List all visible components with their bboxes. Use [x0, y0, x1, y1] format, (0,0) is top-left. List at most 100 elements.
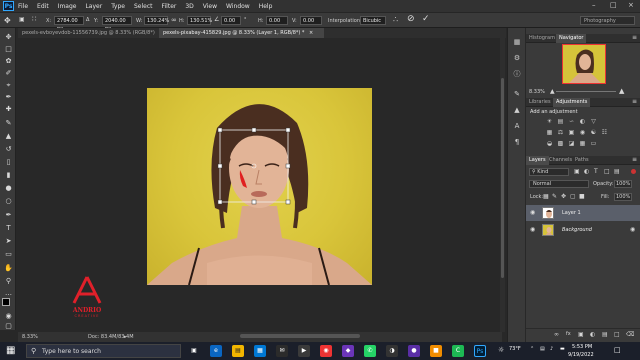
layer-row-layer-1[interactable]: ◉ Layer 1 — [526, 205, 640, 221]
close-tab-icon[interactable]: × — [309, 30, 313, 36]
curves-icon[interactable]: ∽ — [568, 118, 575, 125]
volume-icon[interactable]: ♪ — [550, 346, 553, 352]
h-field[interactable]: 130.51% — [187, 16, 212, 25]
move-tool-icon[interactable]: ✥ — [4, 34, 13, 41]
panel-menu-icon[interactable]: ≡ — [632, 98, 637, 105]
close-icon[interactable]: × — [628, 1, 634, 9]
navigator-zoom-value[interactable]: 8.33% — [529, 89, 545, 95]
channel-mixer-icon[interactable]: ☯ — [590, 129, 597, 136]
trash-icon[interactable]: ⌫ — [626, 331, 634, 338]
layer-row-background[interactable]: ◉ Background ◉ — [526, 222, 640, 238]
history-icon[interactable]: ▦ — [513, 38, 521, 46]
chrome-icon[interactable]: ◉ — [320, 345, 332, 357]
zoom-out-icon[interactable]: ▲ — [550, 88, 555, 95]
panel-menu-icon[interactable]: ≡ — [632, 156, 637, 163]
app-violet-icon[interactable]: ● — [408, 345, 420, 357]
menu-window[interactable]: Window — [226, 3, 250, 10]
commit-transform-icon[interactable]: ✓ — [422, 14, 430, 24]
layer-name[interactable]: Background — [562, 227, 592, 233]
y-field[interactable]: 2040.00 px — [102, 16, 132, 32]
crop-tool-icon[interactable]: ⌖ — [4, 82, 13, 89]
lock-image-icon[interactable]: ✎ — [552, 193, 557, 200]
document-canvas-photo[interactable] — [147, 88, 372, 285]
app-orange-icon[interactable]: ■ — [430, 345, 442, 357]
panel-menu-icon[interactable]: ≡ — [632, 34, 637, 41]
marquee-tool-icon[interactable]: □ — [4, 46, 13, 53]
link-icon[interactable]: ∞ — [171, 16, 177, 24]
add-mask-icon[interactable]: ▣ — [578, 331, 584, 338]
w-field[interactable]: 130.24% — [144, 16, 169, 25]
menu-edit[interactable]: Edit — [37, 3, 49, 10]
x-field[interactable]: 2784.00 px — [54, 16, 84, 32]
properties-icon[interactable]: ⚙ — [513, 54, 521, 62]
vertical-scrollbar[interactable] — [500, 38, 505, 332]
angle-field[interactable]: 0.00 — [221, 16, 241, 25]
doc-tab-2[interactable]: pexels-pixabay-415829.jpg @ 8.33% (Layer… — [159, 28, 324, 38]
filter-smart-icon[interactable]: ▤ — [614, 168, 620, 175]
hskew-field[interactable]: 0.00 — [266, 16, 288, 25]
maximize-icon[interactable]: □ — [610, 1, 617, 9]
store-icon[interactable]: ▦ — [254, 345, 266, 357]
new-layer-icon[interactable]: □ — [614, 331, 620, 338]
quick-select-tool-icon[interactable]: ✐ — [4, 70, 13, 77]
delta-icon[interactable]: Δ — [86, 17, 89, 23]
color-lookup-icon[interactable]: ☷ — [601, 129, 608, 136]
screen-mode-icon[interactable]: ▢ — [4, 323, 13, 330]
healing-tool-icon[interactable]: ✚ — [4, 106, 13, 113]
navigator-thumbnail[interactable] — [562, 44, 606, 84]
more-tools-icon[interactable]: … — [4, 290, 13, 297]
zoom-in-icon[interactable]: ▲ — [619, 87, 624, 95]
info-icon[interactable]: ⓘ — [513, 70, 521, 78]
app-purple-icon[interactable]: ◆ — [342, 345, 354, 357]
shape-tool-icon[interactable]: ▭ — [4, 251, 13, 258]
transform-tool-icon[interactable]: ✥ — [4, 16, 11, 25]
menu-view[interactable]: View — [203, 3, 217, 10]
notifications-icon[interactable]: □ — [614, 346, 621, 354]
lasso-tool-icon[interactable]: ✿ — [4, 58, 13, 65]
path-select-tool-icon[interactable]: ➤ — [4, 238, 13, 245]
lock-transparent-icon[interactable]: ▦ — [543, 193, 549, 200]
weather-icon[interactable]: ☼ — [498, 346, 504, 354]
tab-libraries[interactable]: Libraries — [526, 98, 554, 107]
reference-point-icon[interactable]: ▣ — [19, 16, 25, 23]
dodge-tool-icon[interactable]: ○ — [4, 198, 13, 205]
menu-filter[interactable]: Filter — [162, 3, 177, 10]
layer-filter-select[interactable]: ⚲ Kind — [529, 168, 569, 176]
taskbar-search[interactable]: ⚲ Type here to search — [26, 344, 181, 358]
photoshop-taskbar-icon[interactable]: Ps — [474, 345, 486, 357]
threshold-icon[interactable]: ◪ — [568, 140, 575, 147]
layer-name[interactable]: Layer 1 — [562, 210, 581, 216]
video-editor-icon[interactable]: ▶ — [298, 345, 310, 357]
lock-all-icon[interactable]: ■ — [579, 193, 585, 200]
photo-filter-icon[interactable]: ◉ — [579, 129, 586, 136]
posterize-icon[interactable]: ▩ — [557, 140, 564, 147]
task-view-icon[interactable]: ▣ — [188, 345, 200, 357]
foreground-color-swatch[interactable] — [2, 298, 10, 306]
filter-shape-icon[interactable]: □ — [604, 168, 610, 175]
doc-tab-1[interactable]: pexels-evboyevdob-11556739.jpg @ 8.33% (… — [18, 28, 158, 46]
selective-color-icon[interactable]: ▦ — [579, 140, 586, 147]
horizontal-scroll-thumb[interactable] — [240, 334, 360, 338]
clock-date[interactable]: 9/19/2022 — [568, 352, 594, 358]
hue-saturation-icon[interactable]: ▦ — [546, 129, 553, 136]
minimize-icon[interactable]: – — [592, 1, 596, 9]
brightness-icon[interactable]: ☀ — [546, 118, 553, 125]
zoom-tool-icon[interactable]: ⚲ — [4, 278, 13, 285]
type-tool-icon[interactable]: T — [4, 225, 13, 232]
menu-type[interactable]: Type — [111, 3, 125, 10]
navigator-zoom-slider[interactable] — [556, 91, 616, 92]
vibrance-icon[interactable]: ▽ — [590, 118, 597, 125]
eye-icon[interactable]: ◉ — [530, 227, 536, 233]
app-gray-icon[interactable]: ◑ — [386, 345, 398, 357]
interpolation-select[interactable]: Bicubic — [360, 16, 386, 25]
invert-icon[interactable]: ◒ — [546, 140, 553, 147]
exposure-icon[interactable]: ◐ — [579, 118, 586, 125]
clone-source-icon[interactable]: ▲ — [513, 106, 521, 114]
new-adjustment-icon[interactable]: ◐ — [590, 331, 595, 338]
edge-icon[interactable]: e — [210, 345, 222, 357]
menu-file[interactable]: File — [18, 3, 28, 10]
clone-stamp-tool-icon[interactable]: ▲ — [4, 133, 13, 140]
eyedropper-tool-icon[interactable]: ✒ — [4, 94, 13, 101]
paragraph-icon[interactable]: ¶ — [513, 138, 521, 146]
workspace-select[interactable]: Photography — [580, 16, 635, 25]
